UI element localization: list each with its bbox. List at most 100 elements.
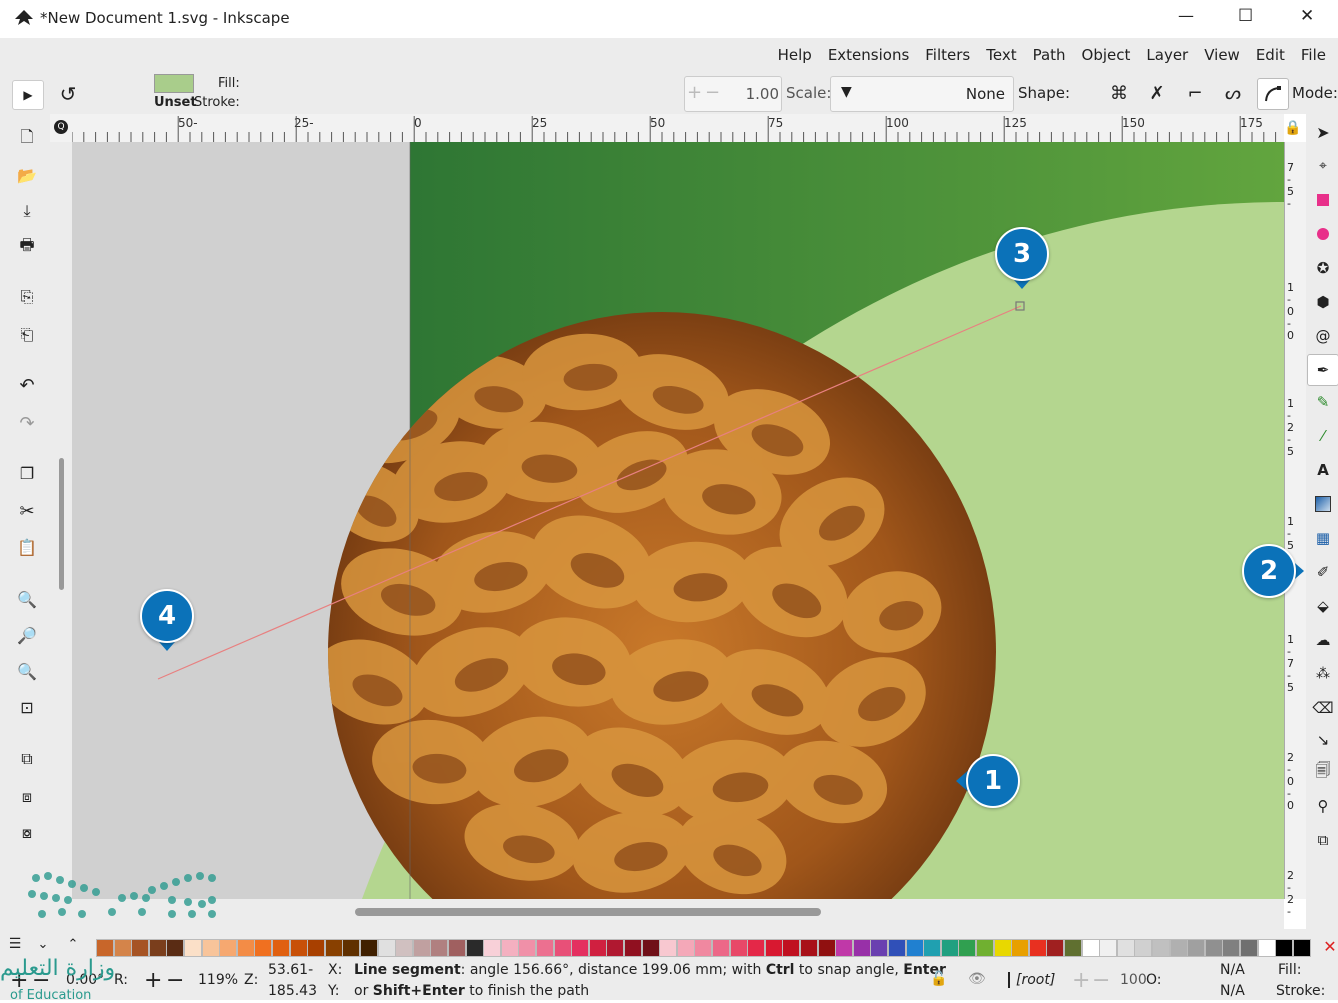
color-swatch[interactable] xyxy=(1064,939,1082,957)
right-ruler[interactable]: 7-5- 1-0-0 1-2-5 1-5- 1-7-5 2-0-0 2-2- xyxy=(1284,142,1307,918)
color-swatch[interactable] xyxy=(1099,939,1118,957)
palette-swatches[interactable] xyxy=(96,929,1326,959)
top-ruler[interactable]: 50- 25- 0 25 50 75 100 125 150 175 xyxy=(72,114,1284,143)
menu-object[interactable]: Object xyxy=(1074,46,1139,64)
color-swatch[interactable] xyxy=(940,939,959,957)
color-swatch[interactable] xyxy=(360,939,378,957)
color-swatch[interactable] xyxy=(659,939,678,957)
color-swatch[interactable] xyxy=(817,939,836,957)
scale-minus-icon[interactable]: − xyxy=(705,82,720,103)
vertical-scroll-thumb[interactable] xyxy=(59,458,64,590)
paste-icon[interactable]: 📋 xyxy=(16,536,38,558)
node-tool-icon[interactable]: ⌖ xyxy=(1311,154,1335,178)
shape-dropdown[interactable]: ▼ None xyxy=(830,76,1014,112)
color-swatch[interactable] xyxy=(272,939,290,957)
open-file-icon[interactable]: 📂 xyxy=(16,164,38,186)
color-swatch[interactable] xyxy=(500,939,519,957)
tweak-tool-icon[interactable]: ☁ xyxy=(1311,628,1335,652)
menu-view[interactable]: View xyxy=(1196,46,1248,64)
horizontal-scrollbar[interactable] xyxy=(72,899,1284,929)
zoom-tool-icon[interactable]: ⚲ xyxy=(1311,794,1335,818)
clone-icon[interactable]: ⧈ xyxy=(16,786,38,808)
color-swatch[interactable] xyxy=(676,939,695,957)
color-swatch[interactable] xyxy=(712,939,730,957)
color-swatch[interactable] xyxy=(1257,939,1276,957)
menu-help[interactable]: Help xyxy=(770,46,820,64)
menu-file[interactable]: File xyxy=(1293,46,1334,64)
color-swatch[interactable] xyxy=(1275,939,1294,957)
color-swatch[interactable] xyxy=(430,939,449,957)
color-swatch[interactable] xyxy=(835,939,854,957)
color-swatch[interactable] xyxy=(1240,939,1258,957)
calligraphy-tool-icon[interactable]: ⁄ xyxy=(1311,424,1335,448)
redo-icon[interactable]: ↷ xyxy=(16,412,38,434)
spiro-mode-icon[interactable]: ⌘ xyxy=(1106,80,1132,106)
menu-text[interactable]: Text xyxy=(978,46,1024,64)
color-swatch[interactable] xyxy=(395,939,414,957)
color-swatch[interactable] xyxy=(747,939,766,957)
color-swatch[interactable] xyxy=(254,939,273,957)
star-tool-icon[interactable]: ✪ xyxy=(1311,256,1335,280)
copy-icon[interactable]: ❐ xyxy=(16,462,38,484)
color-swatch[interactable] xyxy=(1028,939,1047,957)
color-swatch[interactable] xyxy=(1169,939,1188,957)
scale-spin[interactable]: + − 1.00 xyxy=(684,76,782,112)
print-icon[interactable]: 🖶 xyxy=(16,235,38,258)
unlink-clone-icon[interactable]: ⧇ xyxy=(16,822,38,844)
color-swatch[interactable] xyxy=(324,939,343,957)
lock-icon[interactable]: 🔒 xyxy=(1284,118,1302,138)
color-swatch[interactable] xyxy=(1292,939,1311,957)
color-swatch[interactable] xyxy=(536,939,554,957)
zoom-fit-icon[interactable]: ⊡ xyxy=(16,696,38,718)
zoom-page-icon[interactable]: 🔍 xyxy=(16,660,38,682)
minimize-button[interactable]: — xyxy=(1178,6,1194,25)
color-swatch[interactable] xyxy=(641,939,660,957)
save-icon[interactable]: ⤓ xyxy=(16,200,38,222)
zoom-corner-icon[interactable]: Q xyxy=(54,120,68,134)
color-swatch[interactable] xyxy=(219,939,238,957)
color-swatch[interactable] xyxy=(342,939,361,957)
menu-layer[interactable]: Layer xyxy=(1138,46,1196,64)
color-swatch[interactable] xyxy=(518,939,537,957)
color-swatch[interactable] xyxy=(1222,939,1241,957)
layer-indicator[interactable]: [root] xyxy=(1008,972,1055,988)
opacity-value[interactable]: 100 xyxy=(1120,972,1147,988)
color-swatch[interactable] xyxy=(905,939,924,957)
export-icon[interactable]: ⎗ xyxy=(16,324,38,346)
bspline-mode-icon[interactable]: ✗ xyxy=(1144,80,1170,106)
color-swatch[interactable] xyxy=(236,939,255,957)
color-swatch[interactable] xyxy=(1152,939,1170,957)
close-button[interactable]: ✕ xyxy=(1300,6,1314,26)
selector-tool-icon[interactable]: ➤ xyxy=(1311,120,1335,144)
opacity-plus-icon[interactable]: + xyxy=(1072,968,1090,993)
color-swatch[interactable] xyxy=(448,939,466,957)
bezier-loop-icon[interactable]: ᔕ xyxy=(1220,80,1246,106)
color-swatch[interactable] xyxy=(923,939,942,957)
duplicate-icon[interactable]: ⧉ xyxy=(16,748,38,770)
spiral-tool-icon[interactable]: @ xyxy=(1311,324,1335,348)
color-swatch[interactable] xyxy=(553,939,572,957)
color-swatch[interactable] xyxy=(1204,939,1223,957)
measure-tool-icon[interactable]: ⧉ xyxy=(1311,828,1335,852)
zoom-selection-icon[interactable]: 🔍 xyxy=(16,588,38,610)
color-swatch[interactable] xyxy=(764,939,783,957)
3d-box-tool-icon[interactable]: ⬢ xyxy=(1311,290,1335,314)
color-swatch[interactable] xyxy=(729,939,748,957)
paraxial-mode-icon[interactable]: ⌐ xyxy=(1182,80,1208,106)
color-swatch[interactable] xyxy=(1134,939,1153,957)
color-swatch[interactable] xyxy=(1011,939,1030,957)
ellipse-tool-icon[interactable] xyxy=(1311,222,1335,246)
pages-tool-icon[interactable]: 🗐 xyxy=(1311,760,1335,784)
color-swatch[interactable] xyxy=(606,939,625,957)
color-swatch[interactable] xyxy=(588,939,607,957)
gradient-tool-icon[interactable] xyxy=(1311,492,1335,516)
unlock-icon[interactable]: 🔓 xyxy=(930,971,947,987)
scale-value[interactable]: 1.00 xyxy=(746,85,779,103)
color-swatch[interactable] xyxy=(1187,939,1206,957)
color-swatch[interactable] xyxy=(412,939,431,957)
drawing-canvas[interactable] xyxy=(72,142,1284,899)
zoom-drawing-icon[interactable]: 🔎 xyxy=(16,624,38,646)
color-swatch[interactable] xyxy=(888,939,906,957)
opacity-minus-icon[interactable]: − xyxy=(1092,968,1110,993)
color-swatch[interactable] xyxy=(958,939,977,957)
